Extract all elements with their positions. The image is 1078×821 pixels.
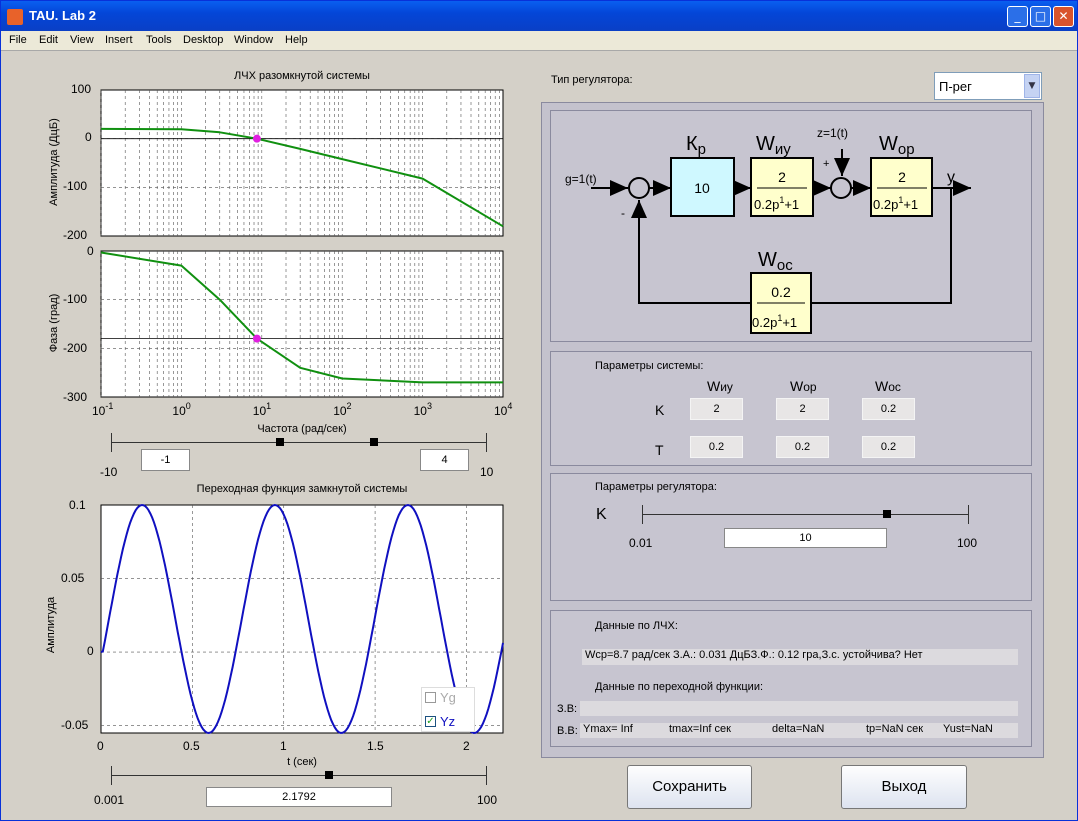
freq-tick: 101 [253,401,271,418]
slider-end [642,505,643,524]
tmax-value: tmax=Inf сек [669,723,731,735]
save-button[interactable]: Сохранить [627,765,752,809]
yg-checkbox[interactable] [425,692,436,703]
ymax-value: Ymax= Inf [583,723,633,735]
time-input[interactable]: 2.1792 [206,787,392,807]
regulator-select[interactable]: П-рег ▼ [934,72,1042,100]
delta-value: delta=NaN [772,723,825,735]
freq-tick: 100 [172,401,190,418]
time-slider[interactable] [111,766,487,786]
freq-tick: 10-1 [92,401,113,418]
plot-area [100,89,504,237]
kp-value: 10 [694,180,710,196]
wop-denominator: 0.2p1+1 [873,195,918,212]
zv-data [580,701,1018,716]
slider-thumb[interactable] [325,771,334,779]
regulator-type-label: Тип регулятора: [551,74,633,86]
yust-value: Yust=NaN [943,723,993,735]
reg-k-input[interactable]: 10 [724,528,887,548]
close-button[interactable]: ✕ [1053,6,1074,27]
reg-k-slider[interactable] [642,505,969,525]
maximize-button[interactable]: □ [1030,6,1051,27]
reg-params-title: Параметры регулятора: [595,481,717,493]
reg-k-max: 100 [957,536,978,550]
slider-thumb-low[interactable] [276,438,285,446]
crossover-marker [252,334,261,343]
woc-denominator: 0.2p1+1 [752,313,797,330]
reg-k-min: 0.01 [629,536,653,550]
y-label: y [947,169,955,186]
slider-end [111,766,112,785]
k-wiy-input[interactable]: 2 [690,398,743,420]
slider-track [111,775,487,776]
wop-numerator: 2 [898,169,906,185]
diagram-panel: Кр 10 Wиу 2 0.2p1+1 z=1(t) + Wор 2 0.2p1… [550,110,1032,342]
reg-k-label: K [596,506,607,523]
step-data-title: Данные по переходной функции: [595,681,764,693]
chevron-down-icon[interactable]: ▼ [1024,74,1040,98]
params-title: Параметры системы: [595,360,704,372]
t-woc-input[interactable]: 0.2 [862,436,915,458]
yz-checkbox[interactable]: ✓ [425,716,436,727]
lch-title: Данные по ЛЧХ: [595,620,678,632]
zv-label: З.В: [557,703,578,715]
freq-tick: 104 [494,401,512,418]
z-label: z=1(t) [817,126,848,140]
bode-slider-min: -10 [100,465,118,479]
k-woc-input[interactable]: 0.2 [862,398,915,420]
wiy-numerator: 2 [778,169,786,185]
regulator-selected: П-рег [939,79,972,94]
slider-thumb[interactable] [883,510,892,518]
z-plus: + [823,158,829,170]
lch-data: Wcp=8.7 рад/сек З.А.: 0.031 ДцБЗ.Ф.: 0.1… [582,649,1018,665]
col-woc: Wос [875,378,901,394]
wiy-denominator: 0.2p1+1 [754,195,799,212]
bode-high-input[interactable]: 4 [420,449,469,471]
main-window: TAU. Lab 2 _ □ ✕ File Edit View Insert T… [0,0,1078,821]
slider-thumb-high[interactable] [370,438,379,446]
k-wop-input[interactable]: 2 [776,398,829,420]
wiy-label: Wиу [756,133,791,158]
slider-end [486,433,487,452]
step-legend: Yg ✓ Yz [421,687,475,732]
crossover-marker [252,134,261,143]
exit-button[interactable]: Выход [841,765,967,809]
woc-numerator: 0.2 [771,284,791,300]
yg-label: Yg [440,690,456,705]
slider-end [968,505,969,524]
block-diagram: Кр 10 Wиу 2 0.2p1+1 z=1(t) + Wор 2 0.2p1… [565,126,971,334]
g-label: g=1(t) [565,172,597,186]
minimize-button[interactable]: _ [1007,6,1028,27]
row-t-label: T [655,442,664,458]
slider-end [111,433,112,452]
time-slider-max: 100 [477,793,498,807]
kp-label: Кр [686,133,706,158]
bode-low-input[interactable]: -1 [141,449,190,471]
woc-label: Wос [758,249,793,274]
freq-tick: 102 [333,401,351,418]
regulator-params-panel: Параметры регулятора: K 0.01 10 100 [550,473,1032,601]
t-wop-input[interactable]: 0.2 [776,436,829,458]
freq-tick: 103 [414,401,432,418]
slider-track [642,514,969,515]
col-wiy: Wиу [707,378,733,394]
tp-value: tp=NaN сек [866,723,924,735]
results-panel: Данные по ЛЧХ: Wcp=8.7 рад/сек З.А.: 0.0… [550,610,1032,747]
system-params-panel: Параметры системы: Wиу Wор Wос K T 2 2 0… [550,351,1032,466]
slider-end [486,766,487,785]
t-wiy-input[interactable]: 0.2 [690,436,743,458]
col-wop: Wор [790,378,817,394]
time-slider-min: 0.001 [94,793,125,807]
vv-label: В.В: [557,725,578,737]
bode-plot: 10-1 100 101 102 103 104 [92,89,512,418]
yz-label: Yz [440,714,456,729]
row-k-label: K [655,402,665,418]
plot-area [100,250,504,398]
slider-track [111,442,487,443]
feedback-minus: - [621,206,625,220]
bode-slider-max: 10 [480,465,494,479]
wop-label: Wор [879,133,915,158]
vv-data: Ymax= Inf tmax=Inf сек delta=NaN tp=NaN … [580,723,1018,738]
